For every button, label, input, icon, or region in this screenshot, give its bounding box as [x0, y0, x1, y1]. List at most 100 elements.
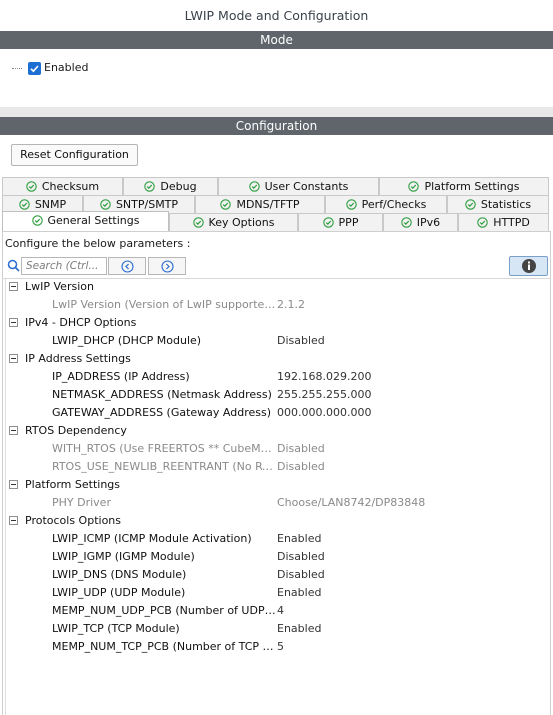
- tab-statistics[interactable]: Statistics: [447, 195, 549, 213]
- info-button[interactable]: [509, 256, 548, 276]
- parameter-name: LWIP_DNS (DNS Module): [52, 568, 187, 581]
- parameter-name: IP_ADDRESS (IP Address): [52, 370, 190, 383]
- parameter-name: RTOS_USE_NEWLIB_REENTRANT (No RTO…: [52, 460, 276, 473]
- group-label: IPv4 - DHCP Options: [25, 316, 137, 329]
- tab-checksum[interactable]: Checksum: [2, 177, 123, 195]
- configuration-header: Configuration: [0, 117, 553, 135]
- parameter-name: LWIP_IGMP (IGMP Module): [52, 550, 195, 563]
- tab-ipv6[interactable]: IPv6: [383, 213, 458, 231]
- parameter-value[interactable]: 2.1.2: [277, 298, 305, 311]
- parameter-row[interactable]: LWIP_TCP (TCP Module) Enabled: [6, 621, 550, 639]
- tab-key-options[interactable]: Key Options: [169, 213, 298, 231]
- parameter-value[interactable]: Disabled: [277, 460, 325, 473]
- parameter-value[interactable]: 000.000.000.000: [277, 406, 371, 419]
- check-circle-icon: [345, 198, 357, 210]
- parameter-value[interactable]: 5: [277, 640, 284, 653]
- collapse-toggle-icon[interactable]: [9, 354, 18, 363]
- tab-user-constants[interactable]: User Constants: [218, 177, 379, 195]
- tab-ppp[interactable]: PPP: [298, 213, 383, 231]
- parameter-row[interactable]: PHY Driver Choose/LAN8742/DP83848: [6, 495, 550, 513]
- parameter-row[interactable]: LWIP_UDP (UDP Module) Enabled: [6, 585, 550, 603]
- parameter-row[interactable]: IP_ADDRESS (IP Address) 192.168.029.200: [6, 369, 550, 387]
- parameter-row[interactable]: LWIP_ICMP (ICMP Module Activation) Enable…: [6, 531, 550, 549]
- check-circle-icon: [100, 198, 111, 210]
- mode-header: Mode: [0, 31, 553, 49]
- parameter-value[interactable]: Choose/LAN8742/DP83848: [277, 496, 425, 509]
- parameter-value[interactable]: Enabled: [277, 586, 321, 599]
- parameter-value[interactable]: Disabled: [277, 334, 325, 347]
- enabled-checkbox[interactable]: [28, 62, 41, 75]
- check-circle-icon: [220, 198, 232, 210]
- parameter-name: MEMP_NUM_UDP_PCB (Number of UDP Con…: [52, 604, 276, 617]
- tab-httpd[interactable]: HTTPD: [458, 213, 549, 231]
- parameter-name: LWIP_TCP (TCP Module): [52, 622, 180, 635]
- group-row[interactable]: IP Address Settings: [6, 351, 550, 369]
- parameter-row[interactable]: LwIP Version (Version of LwIP supported …: [6, 297, 550, 315]
- parameter-row[interactable]: LWIP_IGMP (IGMP Module) Disabled: [6, 549, 550, 567]
- collapse-toggle-icon[interactable]: [9, 480, 18, 489]
- check-circle-icon: [192, 216, 204, 228]
- chevron-left-icon: [120, 259, 134, 273]
- parameter-value[interactable]: Disabled: [277, 442, 325, 455]
- tab-debug[interactable]: Debug: [123, 177, 218, 195]
- parameter-name: LWIP_DHCP (DHCP Module): [52, 334, 202, 347]
- parameter-name: WITH_RTOS (Use FREERTOS ** CubeMX s…: [52, 442, 276, 455]
- check-circle-icon: [322, 216, 334, 228]
- search-previous-button[interactable]: [108, 257, 146, 275]
- parameter-value[interactable]: Enabled: [277, 622, 321, 635]
- window-title: LWIP Mode and Configuration: [0, 0, 553, 31]
- splitter[interactable]: [0, 107, 553, 117]
- group-label: IP Address Settings: [25, 352, 131, 365]
- checkmark-icon: [30, 65, 39, 73]
- tab-perf-checks[interactable]: Perf/Checks: [325, 195, 447, 213]
- check-circle-icon: [248, 180, 260, 192]
- reset-configuration-button[interactable]: Reset Configuration: [11, 144, 138, 166]
- search-input[interactable]: Search (Ctrl...: [21, 257, 107, 275]
- parameter-row[interactable]: RTOS_USE_NEWLIB_REENTRANT (No RTO… Disabl…: [6, 459, 550, 477]
- tab-general-settings[interactable]: General Settings: [2, 211, 169, 231]
- parameter-row[interactable]: LWIP_DNS (DNS Module) Disabled: [6, 567, 550, 585]
- group-row[interactable]: Platform Settings: [6, 477, 550, 495]
- search-icon: [7, 259, 20, 275]
- parameter-name: PHY Driver: [52, 496, 111, 509]
- parameter-row[interactable]: NETMASK_ADDRESS (Netmask Address) 255.255…: [6, 387, 550, 405]
- collapse-toggle-icon[interactable]: [9, 516, 18, 525]
- collapse-toggle-icon[interactable]: [9, 282, 18, 291]
- tab-platform-settings[interactable]: Platform Settings: [379, 177, 549, 195]
- parameter-row[interactable]: LWIP_DHCP (DHCP Module) Disabled: [6, 333, 550, 351]
- group-label: Protocols Options: [25, 514, 121, 527]
- parameter-name: NETMASK_ADDRESS (Netmask Address): [52, 388, 272, 401]
- parameter-value[interactable]: 255.255.255.000: [277, 388, 371, 401]
- info-icon: [521, 259, 536, 273]
- parameter-row[interactable]: WITH_RTOS (Use FREERTOS ** CubeMX s… Disa…: [6, 441, 550, 459]
- parameter-row[interactable]: MEMP_NUM_TCP_PCB (Number of TCP Con… 5: [6, 639, 550, 657]
- parameter-name: LWIP_ICMP (ICMP Module Activation): [52, 532, 252, 545]
- parameter-row[interactable]: MEMP_NUM_UDP_PCB (Number of UDP Con… 4: [6, 603, 550, 621]
- parameter-value[interactable]: 4: [277, 604, 284, 617]
- chevron-right-icon: [160, 259, 174, 273]
- parameter-value[interactable]: Disabled: [277, 568, 325, 581]
- parameter-row[interactable]: GATEWAY_ADDRESS (Gateway Address) 000.000…: [6, 405, 550, 423]
- tree-connector: [12, 68, 22, 69]
- collapse-toggle-icon[interactable]: [9, 318, 18, 327]
- check-circle-icon: [31, 214, 43, 226]
- parameter-name: LWIP_UDP (UDP Module): [52, 586, 186, 599]
- group-row[interactable]: Protocols Options: [6, 513, 550, 531]
- parameter-value[interactable]: Disabled: [277, 550, 325, 563]
- parameter-value[interactable]: 192.168.029.200: [277, 370, 371, 383]
- search-next-button[interactable]: [148, 257, 186, 275]
- configure-parameters-label: Configure the below parameters :: [5, 237, 191, 250]
- parameter-value[interactable]: Enabled: [277, 532, 321, 545]
- mode-panel: [0, 49, 553, 107]
- group-row[interactable]: IPv4 - DHCP Options: [6, 315, 550, 333]
- tab-mdns-tftp[interactable]: MDNS/TFTP: [195, 195, 325, 213]
- check-circle-icon: [401, 216, 412, 228]
- group-label: Platform Settings: [25, 478, 121, 491]
- collapse-toggle-icon[interactable]: [9, 426, 18, 435]
- group-row[interactable]: RTOS Dependency: [6, 423, 550, 441]
- group-label: RTOS Dependency: [25, 424, 127, 437]
- group-row[interactable]: LwIP Version: [6, 279, 550, 297]
- check-circle-icon: [408, 180, 420, 192]
- parameter-name: GATEWAY_ADDRESS (Gateway Address): [52, 406, 272, 419]
- enabled-label: Enabled: [44, 61, 89, 74]
